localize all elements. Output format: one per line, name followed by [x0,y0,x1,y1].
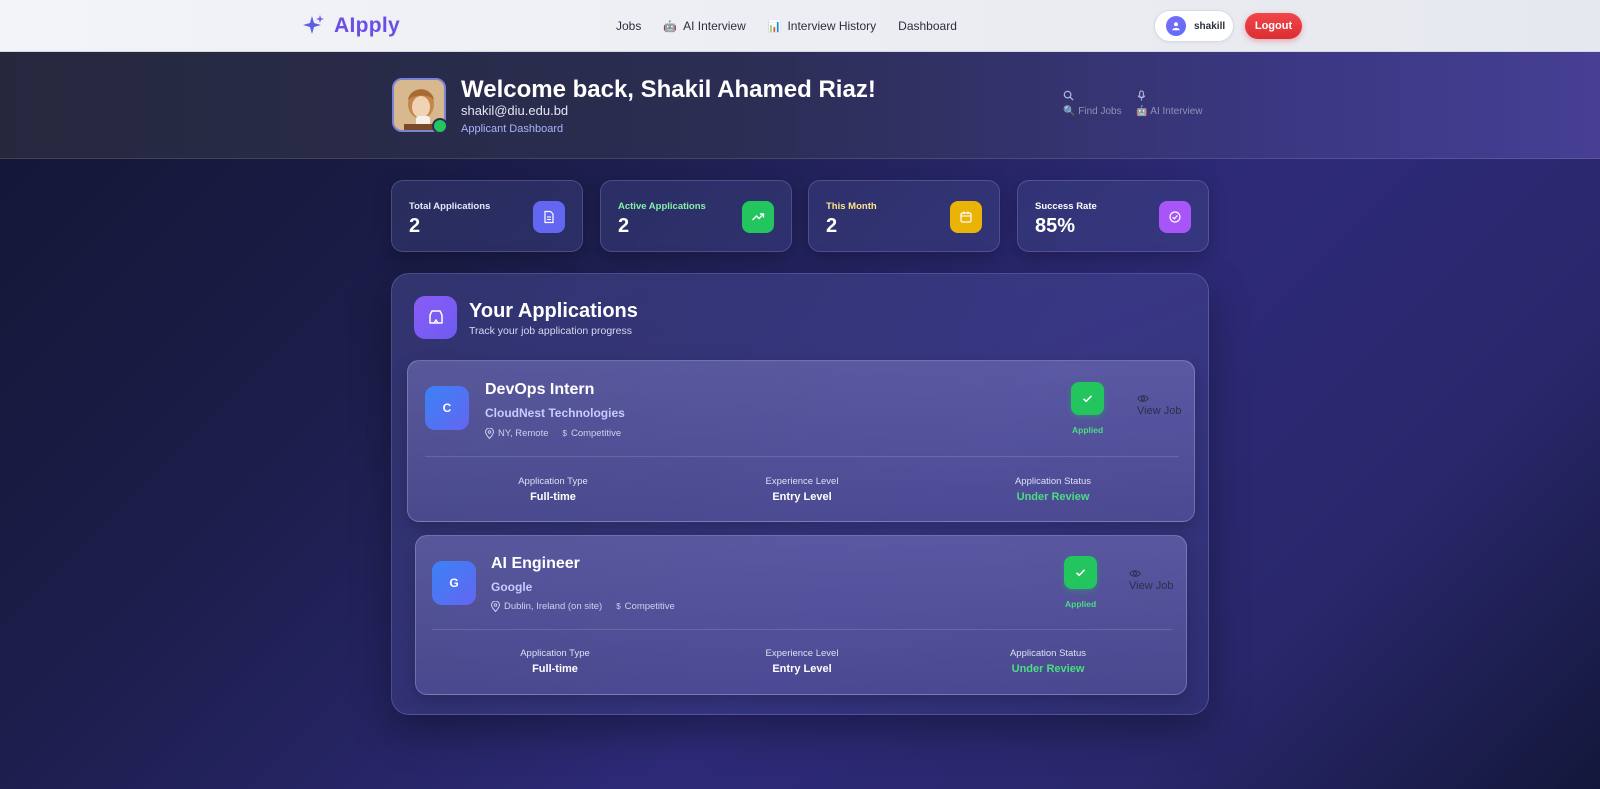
stat-card-success-rate: Success Rate 85% [1017,180,1209,252]
stat-card-total-applications: Total Applications 2 [391,180,583,252]
stat-value: 2 [618,215,630,237]
nav-link-jobs[interactable]: Jobs [616,19,641,33]
online-status-indicator [432,118,448,134]
detail-application-status: Application Status Under Review [1014,476,1092,503]
location-item: Dublin, Ireland (on site) [491,601,602,612]
dollar-icon: $ [616,602,621,611]
location-item: NY, Remote [485,428,549,439]
briefcase-icon [414,296,457,339]
nav-link-label: Jobs [616,19,642,33]
sparkle-icon [303,15,324,34]
quick-link-label: 🔍 Find Jobs [1063,106,1122,117]
quick-link-label: 🤖 AI Interview [1135,106,1203,117]
eye-icon [1129,570,1141,577]
nav-links: Jobs 🤖 AI Interview 📊 Interview History … [616,19,979,33]
applications-panel: Your Applications Track your job applica… [391,273,1209,715]
nav-link-dashboard[interactable]: Dashboard [898,19,957,33]
quick-link-find-jobs[interactable]: 🔍 Find Jobs [1063,90,1122,117]
location-pin-icon [485,428,494,439]
view-job-button[interactable]: View Job [1129,569,1173,592]
panel-title: Your Applications [469,300,638,322]
nav-link-label: AI Interview [683,19,746,33]
nav-link-label: Interview History [787,19,877,33]
stat-label: Total Applications [409,201,491,212]
view-job-label: View Job [1129,580,1174,592]
detail-application-type: Application Type Full-time [520,648,590,675]
stat-value: 2 [409,215,421,237]
applied-check-icon [1064,556,1097,589]
stat-label: Active Applications [618,201,706,212]
stat-value: 85% [1035,215,1076,237]
application-card[interactable]: C DevOps Intern CloudNest Technologies N… [407,360,1195,522]
brand-logo[interactable]: AIpply [302,14,400,38]
stat-label: Success Rate [1035,201,1097,212]
view-job-label: View Job [1137,405,1182,417]
eye-icon [1137,395,1149,402]
nav-link-interview-history[interactable]: 📊 Interview History [768,19,876,33]
job-meta: Dublin, Ireland (on site) $ Competitive [491,601,675,612]
job-title: AI Engineer [491,555,580,572]
trending-up-icon [742,201,774,233]
user-role: Applicant Dashboard [461,123,564,135]
top-navbar: AIpply Jobs 🤖 AI Interview 📊 Interview H… [0,0,1600,52]
card-divider [432,629,1172,630]
company-name: Google [491,580,533,594]
stat-value: 2 [826,215,838,237]
check-circle-icon [1159,201,1191,233]
card-divider [425,456,1179,457]
job-meta: NY, Remote $ Competitive [485,428,621,439]
brand-name: AIpply [334,14,400,37]
search-icon [1063,90,1122,104]
company-name: CloudNest Technologies [485,406,625,420]
username: shakill [1194,20,1226,32]
dollar-icon: $ [562,429,567,438]
chart-icon: 📊 [767,20,782,33]
applied-check-icon [1071,382,1104,415]
quick-link-ai-interview[interactable]: 🤖 AI Interview [1136,90,1203,117]
nav-link-ai-interview[interactable]: 🤖 AI Interview [663,19,745,33]
application-card[interactable]: G AI Engineer Google Dublin, Ireland (on… [415,535,1187,695]
document-icon [533,201,565,233]
company-badge: G [432,561,476,605]
job-title: DevOps Intern [485,381,595,398]
applied-status-label: Applied [1072,425,1104,435]
user-email: shakil@diu.edu.bd [461,103,569,118]
detail-application-status: Application Status Under Review [1009,648,1087,675]
stat-card-active-applications: Active Applications 2 [600,180,792,252]
company-badge: C [425,386,469,430]
salary-item: $ Competitive [562,428,622,439]
user-menu[interactable]: shakill [1154,10,1234,42]
welcome-header [0,52,1600,159]
applied-status-label: Applied [1065,599,1097,609]
detail-experience-level: Experience Level Entry Level [765,476,839,503]
logout-button[interactable]: Logout [1245,13,1302,39]
stat-label: This Month [826,201,877,212]
microphone-icon [1136,90,1203,104]
welcome-heading: Welcome back, Shakil Ahamed Riaz! [461,76,876,103]
user-icon [1166,16,1186,36]
stat-card-this-month: This Month 2 [808,180,1000,252]
location-pin-icon [491,601,500,612]
salary-item: $ Competitive [616,601,675,612]
panel-subtitle: Track your job application progress [469,325,633,337]
nav-link-label: Dashboard [898,19,957,33]
detail-experience-level: Experience Level Entry Level [765,648,839,675]
detail-application-type: Application Type Full-time [518,476,588,503]
view-job-button[interactable]: View Job [1137,394,1181,417]
robot-icon: 🤖 [663,20,678,33]
calendar-icon [950,201,982,233]
quick-links: 🔍 Find Jobs 🤖 AI Interview [1063,90,1203,117]
